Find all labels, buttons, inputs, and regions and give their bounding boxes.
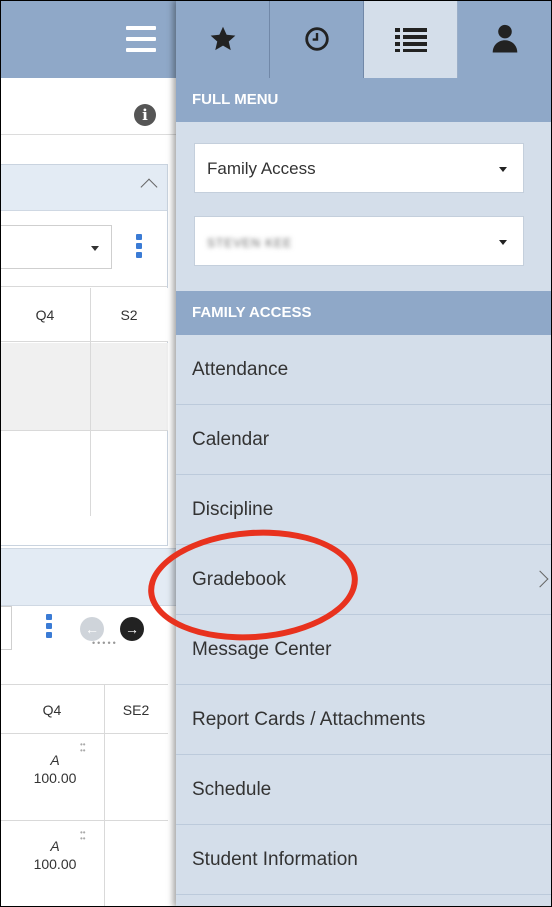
menu-item-calendar[interactable]: Calendar <box>176 405 552 475</box>
chevron-right-icon <box>531 570 549 588</box>
menu-item-student-information[interactable]: Student Information <box>176 825 552 895</box>
kebab-menu-icon[interactable] <box>136 234 142 261</box>
cell-menu-icon[interactable]: •• •• <box>80 741 86 755</box>
tab-account[interactable] <box>458 0 552 78</box>
menu-item-attendance[interactable]: Attendance <box>176 335 552 405</box>
pagination-dots: ••••• <box>92 638 118 648</box>
user-icon <box>492 24 518 53</box>
star-icon <box>210 26 235 51</box>
grid-1-divider <box>90 288 91 516</box>
hamburger-menu-icon[interactable] <box>126 26 156 52</box>
grid-1-header-row: Q4 S2 <box>0 288 168 342</box>
grade-cell[interactable]: A 100.00 <box>20 838 90 872</box>
grid-2-header-row: Q4 SE2 <box>0 684 168 734</box>
clock-icon <box>304 27 329 51</box>
tab-favorites[interactable] <box>176 0 270 78</box>
grid-1-col-q4: Q4 <box>35 307 55 323</box>
kebab-menu-icon[interactable] <box>46 614 52 641</box>
cell-menu-icon[interactable]: •• •• <box>80 829 86 843</box>
info-icon[interactable]: i <box>134 104 156 126</box>
list-icon <box>394 28 427 52</box>
grid-2-row-divider <box>0 820 168 821</box>
slide-out-menu: FULL MENU Family Access STEVEN KEE FAMIL… <box>176 0 552 907</box>
card-2-select[interactable] <box>0 606 12 650</box>
grid-2-col-se2: SE2 <box>122 702 150 718</box>
card-2-header <box>0 548 176 606</box>
collapse-chevron-icon[interactable] <box>140 178 158 196</box>
menu-tab-bar <box>176 0 552 80</box>
tab-full-menu[interactable] <box>364 0 458 80</box>
grid-2-col-q4: Q4 <box>42 702 62 718</box>
background-page: i Q4 S2 ← → ••••• Q4 SE2 A 100.00 •• •• A… <box>0 0 176 907</box>
grade-cell[interactable]: A 100.00 <box>20 752 90 786</box>
tab-recent[interactable] <box>270 0 364 78</box>
menu-item-report-cards[interactable]: Report Cards / Attachments <box>176 685 552 755</box>
dropdown-arrow-icon <box>499 240 507 245</box>
grid-1-col-s2: S2 <box>120 307 138 323</box>
next-arrow-icon[interactable]: → <box>120 617 144 641</box>
menu-item-message-center[interactable]: Message Center <box>176 615 552 685</box>
application-select[interactable]: Family Access <box>194 143 524 193</box>
card-1-select[interactable] <box>0 225 112 269</box>
family-access-heading: FAMILY ACCESS <box>176 291 552 335</box>
student-select[interactable]: STEVEN KEE <box>194 216 524 266</box>
dropdown-arrow-icon <box>499 167 507 172</box>
grid-1-row <box>0 343 168 431</box>
menu-item-schedule[interactable]: Schedule <box>176 755 552 825</box>
full-menu-heading: FULL MENU <box>176 78 552 122</box>
background-top-bar <box>0 0 176 78</box>
dropdown-arrow-icon <box>91 246 99 251</box>
card-1-select-row <box>0 211 167 287</box>
menu-item-gradebook[interactable]: Gradebook <box>176 545 552 615</box>
card-1-header <box>0 165 167 211</box>
menu-item-discipline[interactable]: Discipline <box>176 475 552 545</box>
grid-2-divider <box>104 684 105 907</box>
